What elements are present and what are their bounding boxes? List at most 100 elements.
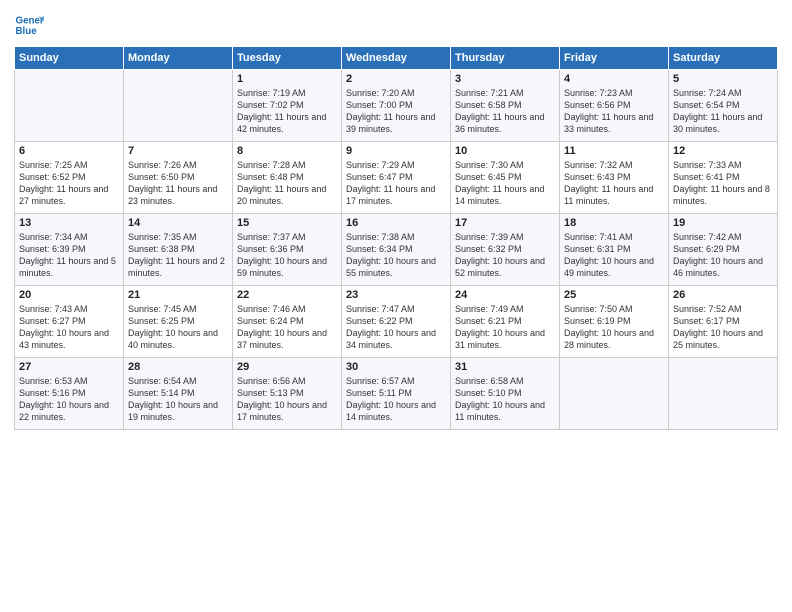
day-info: Sunrise: 7:33 AM Sunset: 6:41 PM Dayligh… [673,159,773,208]
day-number: 13 [19,217,119,229]
day-info: Sunrise: 7:49 AM Sunset: 6:21 PM Dayligh… [455,303,555,352]
calendar-cell: 1 Sunrise: 7:19 AM Sunset: 7:02 PM Daylig… [233,70,342,142]
day-number: 17 [455,217,555,229]
calendar-cell: 28 Sunrise: 6:54 AM Sunset: 5:14 PM Dayli… [124,358,233,430]
day-info: Sunrise: 7:46 AM Sunset: 6:24 PM Dayligh… [237,303,337,352]
day-number: 8 [237,145,337,157]
day-number: 18 [564,217,664,229]
day-info: Sunrise: 7:45 AM Sunset: 6:25 PM Dayligh… [128,303,228,352]
day-info: Sunrise: 7:47 AM Sunset: 6:22 PM Dayligh… [346,303,446,352]
day-number: 20 [19,289,119,301]
day-info: Sunrise: 7:37 AM Sunset: 6:36 PM Dayligh… [237,231,337,280]
header-thursday: Thursday [451,47,560,70]
calendar-table: SundayMondayTuesdayWednesdayThursdayFrid… [14,46,778,430]
day-info: Sunrise: 7:32 AM Sunset: 6:43 PM Dayligh… [564,159,664,208]
calendar-cell: 20 Sunrise: 7:43 AM Sunset: 6:27 PM Dayli… [15,286,124,358]
day-number: 9 [346,145,446,157]
calendar-cell: 4 Sunrise: 7:23 AM Sunset: 6:56 PM Daylig… [560,70,669,142]
week-row-1: 1 Sunrise: 7:19 AM Sunset: 7:02 PM Daylig… [15,70,778,142]
calendar-cell: 10 Sunrise: 7:30 AM Sunset: 6:45 PM Dayli… [451,142,560,214]
calendar-cell: 29Sunrise: 6:56 AM Sunset: 5:13 PM Dayli… [233,358,342,430]
svg-text:Blue: Blue [16,26,38,37]
day-info: Sunrise: 7:25 AM Sunset: 6:52 PM Dayligh… [19,159,119,208]
calendar-cell: 2Sunrise: 7:20 AM Sunset: 7:00 PM Daylig… [342,70,451,142]
calendar-cell: 9 Sunrise: 7:29 AM Sunset: 6:47 PM Daylig… [342,142,451,214]
day-info: Sunrise: 7:39 AM Sunset: 6:32 PM Dayligh… [455,231,555,280]
calendar-cell: 17 Sunrise: 7:39 AM Sunset: 6:32 PM Dayli… [451,214,560,286]
logo-icon: General Blue [14,10,44,40]
calendar-cell: 25 Sunrise: 7:50 AM Sunset: 6:19 PM Dayli… [560,286,669,358]
day-info: Sunrise: 7:29 AM Sunset: 6:47 PM Dayligh… [346,159,446,208]
day-number: 26 [673,289,773,301]
day-info: Sunrise: 7:23 AM Sunset: 6:56 PM Dayligh… [564,87,664,136]
calendar-header: SundayMondayTuesdayWednesdayThursdayFrid… [15,47,778,70]
day-info: Sunrise: 6:53 AM Sunset: 5:16 PM Dayligh… [19,375,119,424]
day-info: Sunrise: 7:24 AM Sunset: 6:54 PM Dayligh… [673,87,773,136]
day-info: Sunrise: 7:50 AM Sunset: 6:19 PM Dayligh… [564,303,664,352]
calendar-cell: 6 Sunrise: 7:25 AM Sunset: 6:52 PM Daylig… [15,142,124,214]
page: General Blue SundayMondayTuesdayWednesda… [0,0,792,440]
day-number: 19 [673,217,773,229]
day-number: 1 [237,73,337,85]
day-info: Sunrise: 7:42 AM Sunset: 6:29 PM Dayligh… [673,231,773,280]
calendar-cell: 11 Sunrise: 7:32 AM Sunset: 6:43 PM Dayli… [560,142,669,214]
day-info: Sunrise: 7:30 AM Sunset: 6:45 PM Dayligh… [455,159,555,208]
calendar-cell: 22 Sunrise: 7:46 AM Sunset: 6:24 PM Dayli… [233,286,342,358]
calendar-cell: 16Sunrise: 7:38 AM Sunset: 6:34 PM Dayli… [342,214,451,286]
day-info: Sunrise: 7:28 AM Sunset: 6:48 PM Dayligh… [237,159,337,208]
day-number: 4 [564,73,664,85]
header-monday: Monday [124,47,233,70]
day-info: Sunrise: 7:34 AM Sunset: 6:39 PM Dayligh… [19,231,119,280]
calendar-cell: 30Sunrise: 6:57 AM Sunset: 5:11 PM Dayli… [342,358,451,430]
header-tuesday: Tuesday [233,47,342,70]
day-number: 31 [455,361,555,373]
day-number: 7 [128,145,228,157]
calendar-cell: 24Sunrise: 7:49 AM Sunset: 6:21 PM Dayli… [451,286,560,358]
calendar-cell: 3 Sunrise: 7:21 AM Sunset: 6:58 PM Daylig… [451,70,560,142]
calendar-cell [560,358,669,430]
calendar-cell: 26 Sunrise: 7:52 AM Sunset: 6:17 PM Dayli… [669,286,778,358]
day-number: 28 [128,361,228,373]
calendar-cell: 12 Sunrise: 7:33 AM Sunset: 6:41 PM Dayli… [669,142,778,214]
calendar-cell: 31Sunrise: 6:58 AM Sunset: 5:10 PM Dayli… [451,358,560,430]
calendar-cell: 18 Sunrise: 7:41 AM Sunset: 6:31 PM Dayli… [560,214,669,286]
week-row-4: 20 Sunrise: 7:43 AM Sunset: 6:27 PM Dayli… [15,286,778,358]
calendar-cell: 5Sunrise: 7:24 AM Sunset: 6:54 PM Daylig… [669,70,778,142]
day-info: Sunrise: 7:19 AM Sunset: 7:02 PM Dayligh… [237,87,337,136]
calendar-cell: 15 Sunrise: 7:37 AM Sunset: 6:36 PM Dayli… [233,214,342,286]
day-number: 22 [237,289,337,301]
day-number: 25 [564,289,664,301]
header-wednesday: Wednesday [342,47,451,70]
logo: General Blue [14,10,26,40]
day-info: Sunrise: 7:52 AM Sunset: 6:17 PM Dayligh… [673,303,773,352]
week-row-5: 27Sunrise: 6:53 AM Sunset: 5:16 PM Dayli… [15,358,778,430]
day-info: Sunrise: 7:41 AM Sunset: 6:31 PM Dayligh… [564,231,664,280]
calendar-cell [669,358,778,430]
day-info: Sunrise: 7:35 AM Sunset: 6:38 PM Dayligh… [128,231,228,280]
day-number: 12 [673,145,773,157]
day-info: Sunrise: 7:21 AM Sunset: 6:58 PM Dayligh… [455,87,555,136]
day-number: 6 [19,145,119,157]
day-info: Sunrise: 7:43 AM Sunset: 6:27 PM Dayligh… [19,303,119,352]
day-info: Sunrise: 6:54 AM Sunset: 5:14 PM Dayligh… [128,375,228,424]
day-number: 11 [564,145,664,157]
day-number: 14 [128,217,228,229]
calendar-body: 1 Sunrise: 7:19 AM Sunset: 7:02 PM Daylig… [15,70,778,430]
header-sunday: Sunday [15,47,124,70]
day-number: 3 [455,73,555,85]
day-number: 23 [346,289,446,301]
header: General Blue [14,10,778,40]
day-info: Sunrise: 7:26 AM Sunset: 6:50 PM Dayligh… [128,159,228,208]
day-number: 15 [237,217,337,229]
calendar-cell: 8 Sunrise: 7:28 AM Sunset: 6:48 PM Daylig… [233,142,342,214]
calendar-cell: 14 Sunrise: 7:35 AM Sunset: 6:38 PM Dayli… [124,214,233,286]
week-row-3: 13 Sunrise: 7:34 AM Sunset: 6:39 PM Dayli… [15,214,778,286]
calendar-cell: 19 Sunrise: 7:42 AM Sunset: 6:29 PM Dayli… [669,214,778,286]
day-info: Sunrise: 6:56 AM Sunset: 5:13 PM Dayligh… [237,375,337,424]
day-number: 10 [455,145,555,157]
day-info: Sunrise: 6:57 AM Sunset: 5:11 PM Dayligh… [346,375,446,424]
week-row-2: 6 Sunrise: 7:25 AM Sunset: 6:52 PM Daylig… [15,142,778,214]
header-saturday: Saturday [669,47,778,70]
header-row: SundayMondayTuesdayWednesdayThursdayFrid… [15,47,778,70]
day-info: Sunrise: 7:38 AM Sunset: 6:34 PM Dayligh… [346,231,446,280]
